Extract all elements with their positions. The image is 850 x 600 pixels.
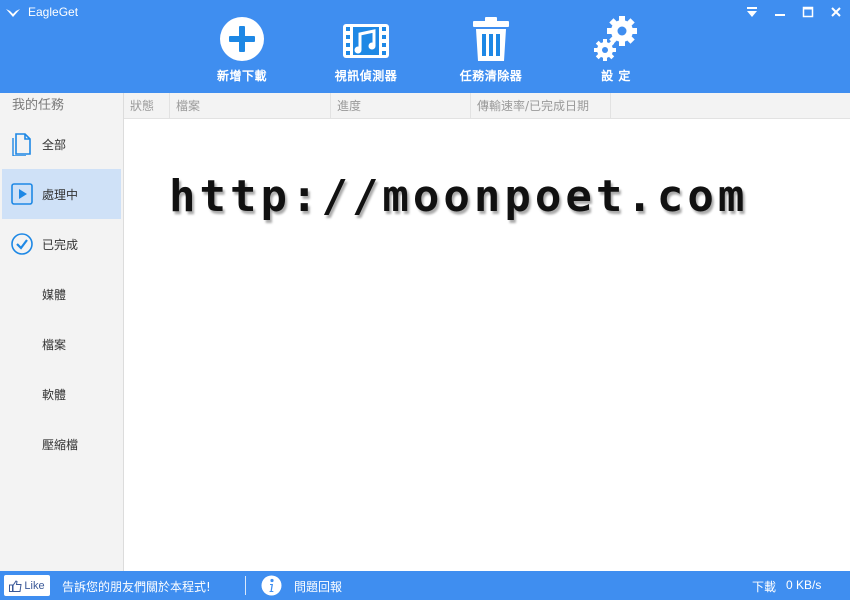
minimize-icon: [775, 14, 785, 16]
close-icon: [831, 7, 841, 17]
video-sniffer-label: 視訊偵測器: [334, 69, 398, 83]
status-divider: [245, 576, 246, 595]
sidebar-item-documents[interactable]: 檔案: [0, 319, 123, 369]
column-file[interactable]: 檔案: [170, 93, 331, 119]
sidebar-item-completed[interactable]: 已完成: [0, 219, 123, 269]
task-cleaner-button[interactable]: 任務清除器: [436, 14, 546, 86]
status-bar: Like 告訴您的朋友們關於本程式! 問題回報 下載 0 KB/s: [0, 571, 850, 600]
check-circle-icon: [11, 233, 33, 255]
eagle-logo-icon: [6, 9, 20, 17]
close-button[interactable]: [822, 0, 850, 24]
watermark-text: http://moonpoet.com: [169, 171, 749, 222]
sidebar: 我的任務 全部 處理中 已完成 媒體 檔案 軟體 壓縮檔: [0, 93, 124, 571]
play-icon: [11, 183, 33, 205]
sidebar-item-label: 檔案: [42, 337, 67, 352]
feedback-link[interactable]: 問題回報: [294, 578, 342, 595]
sidebar-item-label: 處理中: [42, 187, 79, 202]
menu-dropdown-button[interactable]: [738, 0, 766, 24]
like-label: Like: [24, 579, 45, 592]
window-controls: [738, 0, 850, 24]
minimize-button[interactable]: [766, 0, 794, 24]
sidebar-item-archives[interactable]: 壓縮檔: [0, 419, 123, 469]
like-button[interactable]: Like: [4, 575, 50, 596]
download-speed-value: 0 KB/s: [786, 578, 822, 592]
column-speed-date[interactable]: 傳輸速率/已完成日期: [471, 93, 611, 119]
gears-icon: [594, 16, 637, 61]
plus-circle-icon: [220, 17, 264, 61]
add-download-label: 新增下載: [216, 69, 267, 83]
maximize-icon: [802, 6, 814, 18]
maximize-button[interactable]: [794, 0, 822, 24]
sidebar-item-label: 軟體: [42, 387, 67, 402]
sidebar-item-software[interactable]: 軟體: [0, 369, 123, 419]
add-download-button[interactable]: 新增下載: [187, 14, 297, 86]
video-sniffer-button[interactable]: 視訊偵測器: [311, 14, 421, 86]
sidebar-item-processing[interactable]: 處理中: [2, 169, 121, 219]
sidebar-item-label: 壓縮檔: [42, 437, 79, 452]
sidebar-item-all[interactable]: 全部: [0, 119, 123, 169]
video-music-icon: [343, 24, 389, 58]
column-status[interactable]: 狀態: [124, 93, 170, 119]
menu-dropdown-icon: [747, 7, 757, 17]
column-progress[interactable]: 進度: [331, 93, 471, 119]
sidebar-item-media[interactable]: 媒體: [0, 269, 123, 319]
sidebar-item-label: 已完成: [42, 237, 79, 252]
info-icon[interactable]: [261, 575, 282, 596]
task-cleaner-label: 任務清除器: [459, 69, 523, 83]
sidebar-item-label: 媒體: [42, 287, 67, 302]
document-icon: [12, 133, 31, 156]
download-speed-label: 下載: [752, 580, 777, 594]
task-list: http://moonpoet.com: [124, 119, 850, 571]
task-list-header: 狀態 檔案 進度 傳輸速率/已完成日期: [124, 93, 850, 119]
sidebar-header: 我的任務: [12, 98, 65, 113]
settings-button[interactable]: 設 定: [561, 14, 671, 86]
settings-label: 設 定: [601, 69, 631, 83]
thumbs-up-icon: [9, 579, 22, 592]
title-bar: EagleGet 新增下載 視訊偵測器 任務清除器 設 定: [0, 0, 850, 93]
window-title: EagleGet: [28, 5, 79, 19]
trash-icon: [473, 17, 509, 61]
share-link[interactable]: 告訴您的朋友們關於本程式!: [62, 578, 211, 595]
sidebar-item-label: 全部: [42, 137, 67, 152]
